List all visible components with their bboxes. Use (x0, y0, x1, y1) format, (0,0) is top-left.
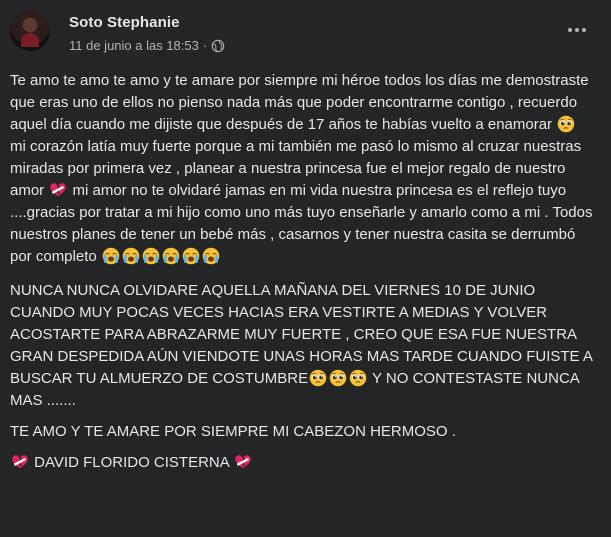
loudly-crying-face-emoji (202, 247, 220, 265)
pleading-face-emoji (309, 369, 327, 387)
post-paragraph-4: DAVID FLORIDO CISTERNA (10, 452, 595, 474)
globe-icon[interactable] (211, 39, 225, 53)
loudly-crying-face-emoji (142, 247, 160, 265)
pleading-face-emoji (349, 369, 367, 387)
post-body: Te amo te amo te amo y te amare por siem… (10, 70, 595, 483)
post-paragraph-3: TE AMO Y TE AMARE POR SIEMPRE MI CABEZON… (10, 423, 456, 440)
post-timestamp[interactable]: 11 de junio a las 18:53 (69, 38, 199, 53)
post-meta: 11 de junio a las 18:53 · (69, 38, 225, 53)
separator-dot: · (202, 38, 208, 53)
pleading-face-emoji (329, 369, 347, 387)
loudly-crying-face-emoji (102, 247, 120, 265)
loudly-crying-face-emoji (162, 247, 180, 265)
pleading-face-emoji (557, 115, 575, 133)
post-header: Soto Stephanie 11 de junio a las 18:53 · (10, 10, 601, 56)
mending-heart-emoji (11, 453, 29, 471)
mending-heart-emoji (234, 453, 252, 471)
loudly-crying-face-emoji (122, 247, 140, 265)
loudly-crying-face-emoji (182, 247, 200, 265)
post-paragraph-1: Te amo te amo te amo y te amare por siem… (10, 72, 593, 265)
avatar[interactable] (10, 11, 50, 51)
post-paragraph-2: NUNCA NUNCA OLVIDARE AQUELLA MAÑANA DEL … (10, 282, 593, 409)
author-name[interactable]: Soto Stephanie (69, 14, 180, 31)
mending-heart-emoji (49, 181, 67, 199)
facebook-post: Soto Stephanie 11 de junio a las 18:53 ·… (0, 0, 611, 537)
more-options-icon[interactable] (565, 18, 589, 42)
